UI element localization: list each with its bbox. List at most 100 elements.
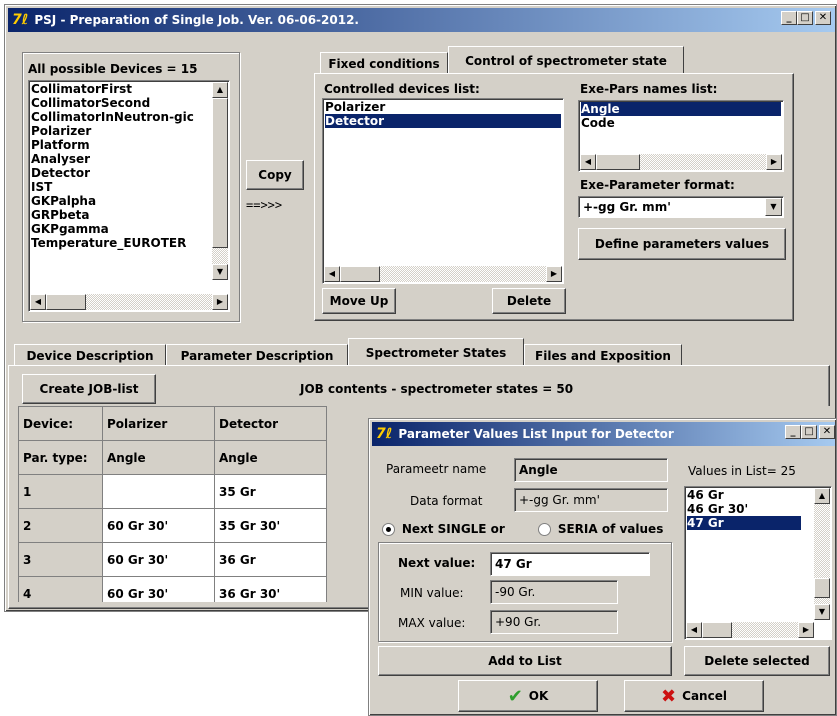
- grid-cell[interactable]: 35 Gr: [214, 474, 327, 509]
- devices-hscrollbar[interactable]: ◀ ▶: [30, 294, 228, 310]
- ok-button[interactable]: ✔ OK: [458, 680, 598, 712]
- dialog-title-bar[interactable]: 7ℓ Parameter Values List Input for Detec…: [372, 422, 835, 446]
- app-logo-icon: 7ℓ: [12, 12, 29, 28]
- next-value-text: 47 Gr: [495, 557, 532, 571]
- device-list-item[interactable]: Temperature_EUROTER: [31, 236, 207, 250]
- max-value-text: +90 Gr.: [495, 615, 542, 629]
- minimize-button[interactable]: _: [781, 11, 797, 25]
- grid-cell[interactable]: 60 Gr 30': [102, 508, 215, 543]
- radio-single[interactable]: Next SINGLE or: [382, 522, 505, 536]
- tab-parameter-description[interactable]: Parameter Description: [166, 344, 348, 366]
- device-list-item[interactable]: Analyser: [31, 152, 207, 166]
- value-list-item[interactable]: 46 Gr 30': [687, 502, 801, 516]
- maximize-button[interactable]: □: [797, 11, 813, 25]
- tab-control-spectrometer-state[interactable]: Control of spectrometer state: [448, 46, 684, 74]
- scroll-up-icon[interactable]: ▲: [814, 488, 830, 504]
- cancel-button[interactable]: ✖ Cancel: [624, 680, 764, 712]
- next-value-label: Next value:: [398, 556, 476, 570]
- main-window-title: PSJ - Preparation of Single Job. Ver. 06…: [34, 13, 359, 27]
- radio-single-label: Next SINGLE or: [401, 522, 505, 536]
- data-format-value: +-gg Gr. mm': [519, 493, 600, 507]
- grid-cell[interactable]: 36 Gr 30': [214, 576, 327, 602]
- device-list-item[interactable]: CollimatorSecond: [31, 96, 207, 110]
- ok-label: OK: [528, 689, 549, 703]
- devices-vscrollbar[interactable]: ▲ ▼: [212, 82, 228, 280]
- data-format-field: +-gg Gr. mm': [514, 488, 668, 512]
- main-title-bar[interactable]: 7ℓ PSJ - Preparation of Single Job. Ver.…: [8, 8, 835, 32]
- controlled-device-item[interactable]: Detector: [325, 114, 561, 128]
- scroll-right-icon[interactable]: ▶: [798, 622, 814, 638]
- hscroll-thumb[interactable]: [702, 622, 732, 638]
- next-value-input[interactable]: 47 Gr: [490, 552, 650, 576]
- scroll-left-icon[interactable]: ◀: [686, 622, 702, 638]
- value-list-item[interactable]: 47 Gr: [687, 516, 801, 530]
- param-name-value: Angle: [519, 463, 558, 477]
- scroll-left-icon[interactable]: ◀: [580, 154, 596, 170]
- create-job-list-button[interactable]: Create JOB-list: [22, 374, 156, 404]
- device-list-item[interactable]: Detector: [31, 166, 207, 180]
- device-list-item[interactable]: GKPgamma: [31, 222, 207, 236]
- exe-par-item[interactable]: Code: [581, 116, 781, 130]
- values-list[interactable]: 46 Gr 46 Gr 30' 47 Gr ▲ ▼ ◀ ▶: [684, 486, 832, 640]
- grid-cell[interactable]: 35 Gr 30': [214, 508, 327, 543]
- min-value-field: -90 Gr.: [490, 580, 618, 604]
- scroll-down-icon[interactable]: ▼: [212, 264, 228, 280]
- minimize-button[interactable]: _: [785, 425, 801, 439]
- value-list-item[interactable]: 46 Gr: [687, 488, 801, 502]
- chevron-down-icon[interactable]: ▼: [765, 198, 782, 216]
- device-list-item[interactable]: Polarizer: [31, 124, 207, 138]
- scroll-left-icon[interactable]: ◀: [324, 266, 340, 282]
- radio-seria-label: SERIA of values: [557, 522, 664, 536]
- device-list-item[interactable]: CollimatorFirst: [31, 82, 207, 96]
- scroll-right-icon[interactable]: ▶: [546, 266, 562, 282]
- scroll-right-icon[interactable]: ▶: [212, 294, 228, 310]
- delete-button[interactable]: Delete: [492, 288, 566, 314]
- add-to-list-button[interactable]: Add to List: [378, 646, 672, 676]
- tab-fixed-conditions[interactable]: Fixed conditions: [320, 52, 448, 74]
- scroll-right-icon[interactable]: ▶: [766, 154, 782, 170]
- device-list-item[interactable]: Platform: [31, 138, 207, 152]
- controlled-devices-list[interactable]: Polarizer Detector ◀ ▶: [322, 98, 564, 284]
- exe-pars-hscrollbar[interactable]: ◀ ▶: [580, 154, 782, 170]
- copy-button[interactable]: Copy: [246, 160, 304, 190]
- grid-cell[interactable]: 60 Gr 30': [102, 474, 215, 509]
- delete-selected-button[interactable]: Delete selected: [684, 646, 830, 676]
- scroll-left-icon[interactable]: ◀: [30, 294, 46, 310]
- devices-list[interactable]: CollimatorFirst CollimatorSecond Collimato…: [28, 80, 230, 312]
- define-parameters-button[interactable]: Define parameters values: [578, 228, 786, 260]
- hscroll-thumb[interactable]: [340, 266, 380, 282]
- device-list-item[interactable]: IST: [31, 180, 207, 194]
- tab-spectrometer-states[interactable]: Spectrometer States: [348, 338, 524, 366]
- maximize-button[interactable]: □: [801, 425, 817, 439]
- grid-col-par: Angle: [214, 440, 327, 475]
- scroll-up-icon[interactable]: ▲: [212, 82, 228, 98]
- hscroll-thumb[interactable]: [596, 154, 640, 170]
- hscroll-thumb[interactable]: [46, 294, 86, 310]
- grid-col-device: Polarizer: [102, 406, 215, 441]
- exe-format-select[interactable]: +-gg Gr. mm' ▼: [578, 196, 784, 218]
- grid-cell[interactable]: 36 Gr: [214, 542, 327, 577]
- grid-cell[interactable]: 60 Gr 30': [102, 542, 215, 577]
- close-button[interactable]: ✕: [819, 425, 835, 439]
- scroll-down-icon[interactable]: ▼: [814, 604, 830, 620]
- close-button[interactable]: ✕: [815, 11, 831, 25]
- grid-cell[interactable]: 60 Gr 30': [102, 576, 215, 602]
- move-up-button[interactable]: Move Up: [322, 288, 396, 314]
- radio-seria[interactable]: SERIA of values: [538, 522, 663, 536]
- grid-col-device: Detector: [214, 406, 327, 441]
- controlled-device-item[interactable]: Polarizer: [325, 100, 561, 114]
- tab-device-description[interactable]: Device Description: [14, 344, 166, 366]
- controlled-devices-header: Controlled devices list:: [324, 82, 480, 96]
- controlled-hscrollbar[interactable]: ◀ ▶: [324, 266, 562, 282]
- grid-col-par: Angle: [102, 440, 215, 475]
- exe-par-item[interactable]: Angle: [581, 102, 781, 116]
- scroll-thumb[interactable]: [212, 98, 228, 248]
- values-hscrollbar[interactable]: ◀ ▶: [686, 622, 814, 638]
- device-list-item[interactable]: CollimatorInNeutron-gic: [31, 110, 207, 124]
- exe-pars-list[interactable]: Angle Code ◀ ▶: [578, 100, 784, 172]
- tab-files-exposition[interactable]: Files and Exposition: [524, 344, 682, 366]
- scroll-thumb[interactable]: [814, 578, 830, 598]
- values-vscrollbar[interactable]: ▲ ▼: [814, 488, 830, 620]
- device-list-item[interactable]: GRPbeta: [31, 208, 207, 222]
- device-list-item[interactable]: GKPalpha: [31, 194, 207, 208]
